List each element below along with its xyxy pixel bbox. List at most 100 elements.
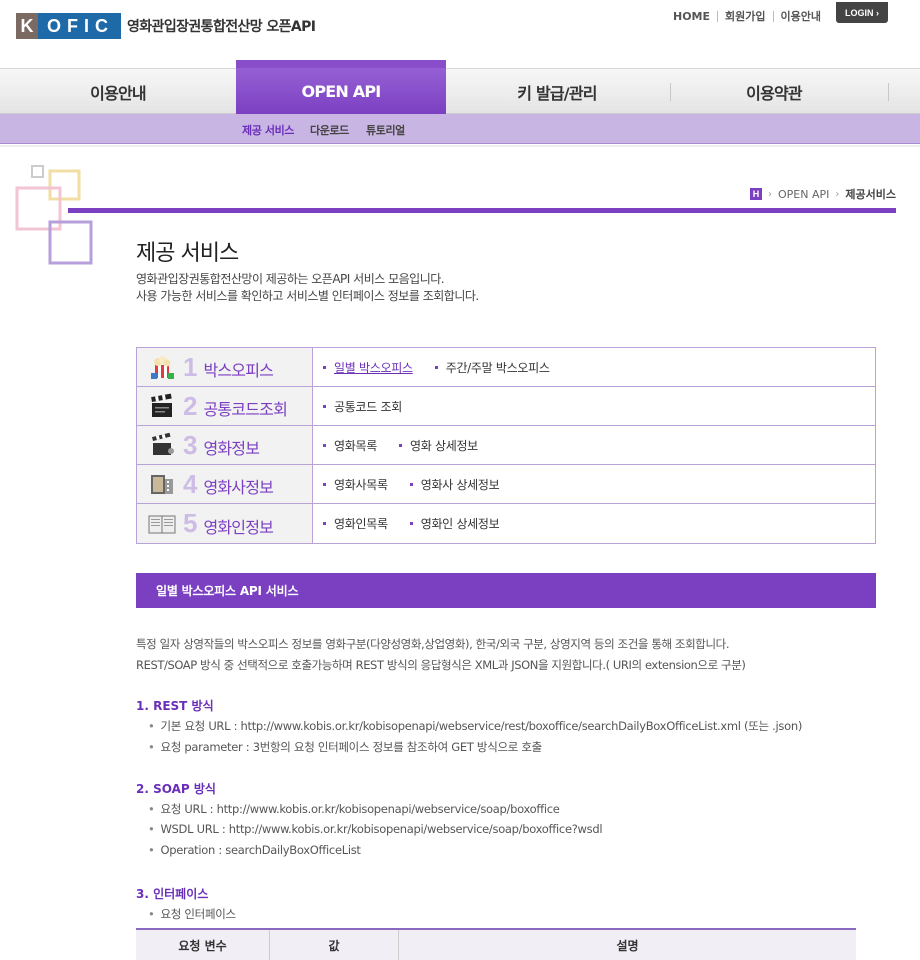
link-label: 영화 상세정보 xyxy=(409,438,478,453)
service-name: 영화정보 xyxy=(203,439,260,458)
book-icon xyxy=(147,510,177,538)
interface-item: 요청 인터페이스 xyxy=(148,906,236,922)
film-clapper-icon xyxy=(147,431,177,459)
service-head[interactable]: 2 공통코드조회 xyxy=(137,387,313,425)
top-link-home[interactable]: HOME xyxy=(666,10,717,23)
chevron-right-icon: › xyxy=(768,188,773,200)
rest-item: 요청 parameter : 3번항의 요청 인터페이스 정보를 참조하여 GE… xyxy=(148,739,542,755)
top-links: HOME 회원가입 이용안내 xyxy=(666,8,828,24)
divider xyxy=(888,83,889,101)
interface-table-header: 요청 변수 값 설명 xyxy=(136,928,856,960)
service-number: 5 xyxy=(183,508,198,538)
gnb-item-guide[interactable]: 이용안내 xyxy=(0,69,236,115)
company-icon xyxy=(147,470,177,498)
bullet-icon xyxy=(323,404,326,408)
breadcrumb-open-api[interactable]: OPEN API xyxy=(778,188,829,201)
bullet-icon xyxy=(323,522,326,525)
service-number: 4 xyxy=(183,468,198,499)
kofic-logo[interactable]: K OFIC 영화관입장권통합전산망 오픈API xyxy=(16,13,316,39)
service-name: 영화인정보 xyxy=(203,517,274,537)
breadcrumb: H › OPEN API › 제공서비스 xyxy=(750,186,896,202)
link-label: 영화인 상세정보 xyxy=(420,517,500,531)
link-label: 영화사 상세정보 xyxy=(420,477,500,492)
page-description: 영화관입장권통합전산망이 제공하는 오픈API 서비스 모음입니다. 사용 가능… xyxy=(136,271,479,305)
link-movie-detail[interactable]: 영화 상세정보 xyxy=(398,437,478,454)
link-label: 공통코드 조회 xyxy=(334,399,402,414)
clapperboard-icon xyxy=(147,392,177,420)
decorative-squares xyxy=(15,165,93,265)
link-common-code[interactable]: 공통코드 조회 xyxy=(323,398,402,415)
service-row: 5 영화인정보 영화인목록 영화인 상세정보 xyxy=(137,504,875,543)
link-label: 영화사목록 xyxy=(334,477,388,492)
soap-item: Operation : searchDailyBoxOfficeList xyxy=(148,843,360,857)
link-daily-boxoffice[interactable]: 일별 박스오피스 xyxy=(323,359,413,376)
soap-heading: 2. SOAP 방식 xyxy=(136,782,216,796)
rest-heading: 1. REST 방식 xyxy=(136,699,214,713)
interface-heading: 3. 인터페이스 xyxy=(136,887,209,901)
service-row: 3 영화정보 영화목록 영화 상세정보 xyxy=(137,426,875,465)
column-header: 요청 변수 xyxy=(136,930,270,960)
link-person-list[interactable]: 영화인목록 xyxy=(323,515,388,532)
bullet-icon xyxy=(409,522,413,525)
link-person-detail[interactable]: 영화인 상세정보 xyxy=(409,515,500,532)
logo-letters: OFIC xyxy=(38,13,121,39)
service-links: 영화사목록 영화사 상세정보 xyxy=(313,465,521,503)
site-title: 영화관입장권통합전산망 오픈API xyxy=(127,19,316,35)
service-links: 영화인목록 영화인 상세정보 xyxy=(313,504,521,543)
service-links: 공통코드 조회 xyxy=(313,387,424,425)
home-icon[interactable]: H xyxy=(750,188,763,200)
page-desc-line: 사용 가능한 서비스를 확인하고 서비스별 인터페이스 정보를 조회합니다. xyxy=(136,289,479,303)
page-title: 제공 서비스 xyxy=(136,241,239,266)
service-head[interactable]: 3 영화정보 xyxy=(137,426,313,464)
breadcrumb-current: 제공서비스 xyxy=(845,188,896,201)
section-title-bar: 일별 박스오피스 API 서비스 xyxy=(136,573,876,608)
bullet-icon xyxy=(398,443,402,447)
link-label: 일별 박스오피스 xyxy=(334,360,413,375)
top-link-guide[interactable]: 이용안내 xyxy=(774,8,828,24)
divider xyxy=(670,83,671,101)
soap-item: WSDL URL : http://www.kobis.or.kr/kobiso… xyxy=(148,822,602,836)
service-name: 공통코드조회 xyxy=(203,400,287,419)
login-button[interactable]: LOGIN › xyxy=(836,2,888,23)
service-head[interactable]: 1 박스오피스 xyxy=(137,348,313,386)
service-number: 1 xyxy=(183,351,198,382)
page-desc-line: 영화관입장권통합전산망이 제공하는 오픈API 서비스 모음입니다. xyxy=(136,272,445,286)
intro-line: REST/SOAP 방식 중 선택적으로 호출가능하며 REST 방식의 응답형… xyxy=(136,658,746,672)
service-head[interactable]: 4 영화사정보 xyxy=(137,465,313,503)
service-row: 2 공통코드조회 공통코드 조회 xyxy=(137,387,875,426)
service-name: 박스오피스 xyxy=(203,361,274,380)
main-nav: 이용안내 OPEN API 키 발급/관리 이용약관 xyxy=(0,60,920,115)
link-label: 영화목록 xyxy=(334,438,377,453)
soap-item: 요청 URL : http://www.kobis.or.kr/kobisope… xyxy=(148,801,559,817)
gnb-item-key[interactable]: 키 발급/관리 xyxy=(450,69,664,115)
link-company-list[interactable]: 영화사목록 xyxy=(323,476,388,493)
subnav-item-download[interactable]: 다운로드 xyxy=(310,122,349,138)
column-header: 값 xyxy=(270,930,399,960)
service-number: 3 xyxy=(183,429,198,460)
gnb-item-open-api[interactable]: OPEN API xyxy=(236,60,446,115)
link-company-detail[interactable]: 영화사 상세정보 xyxy=(409,476,500,493)
subnav-item-services[interactable]: 제공 서비스 xyxy=(242,122,294,138)
bullet-icon xyxy=(323,443,326,447)
logo-letter: K xyxy=(16,13,38,39)
divider xyxy=(0,145,920,147)
chevron-right-icon: › xyxy=(835,188,840,200)
bullet-icon xyxy=(409,482,413,486)
service-table: 1 박스오피스 일별 박스오피스 주간/주말 박스오피스 2 공통코드조회 공통… xyxy=(136,347,876,544)
bullet-icon xyxy=(323,365,326,369)
link-label: 영화인목록 xyxy=(334,517,388,531)
link-weekly-boxoffice[interactable]: 주간/주말 박스오피스 xyxy=(434,359,550,376)
service-number: 2 xyxy=(183,390,198,421)
gnb-item-terms[interactable]: 이용약관 xyxy=(672,69,876,115)
popcorn-icon xyxy=(147,353,177,381)
link-label: 주간/주말 박스오피스 xyxy=(445,360,550,375)
service-row: 1 박스오피스 일별 박스오피스 주간/주말 박스오피스 xyxy=(137,348,875,387)
top-link-join[interactable]: 회원가입 xyxy=(718,8,772,24)
subnav-item-tutorial[interactable]: 튜토리얼 xyxy=(366,122,405,138)
bullet-icon xyxy=(434,365,438,369)
service-links: 영화목록 영화 상세정보 xyxy=(313,426,500,464)
service-head[interactable]: 5 영화인정보 xyxy=(137,504,313,543)
link-movie-list[interactable]: 영화목록 xyxy=(323,437,377,454)
service-links: 일별 박스오피스 주간/주말 박스오피스 xyxy=(313,348,572,386)
title-divider xyxy=(68,208,896,213)
